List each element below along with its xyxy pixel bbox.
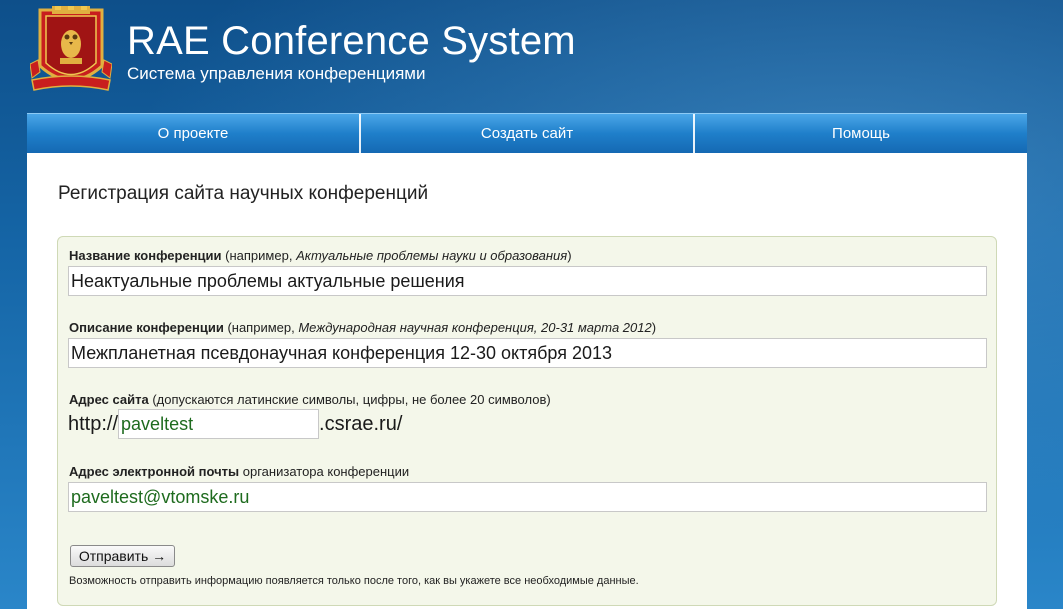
nav-item-about[interactable]: О проекте [27,114,359,153]
label-bold: Адрес сайта [69,392,149,407]
submit-button[interactable]: Отправить → [70,545,175,567]
conference-name-label: Название конференции (например, Актуальн… [69,248,572,263]
label-hint: (допускаются латинские символы, цифры, н… [148,392,551,407]
label-bold: Адрес электронной почты [69,464,240,479]
site-address-row: http:// .csrae.ru/ [68,409,402,439]
conference-description-label: Описание конференции (например, Междунар… [69,320,656,335]
label-hint: (например, [221,248,297,263]
nav-item-create-site[interactable]: Создать сайт [361,114,693,153]
nav-item-help[interactable]: Помощь [695,114,1027,153]
conference-name-input[interactable] [68,266,987,296]
submit-note: Возможность отправить информацию появляе… [69,575,639,587]
site-address-input[interactable] [118,409,320,439]
nav-divider [359,114,361,153]
coat-of-arms-icon[interactable] [29,4,113,100]
label-bold: Описание конференции [69,320,224,335]
main-nav: О проекте Создать сайт Помощь [27,113,1027,153]
email-input[interactable] [68,482,987,512]
label-example: Актуальные проблемы науки и образования [296,248,568,263]
label-bold: Название конференции [69,248,222,263]
site-address-label: Адрес сайта (допускаются латинские симво… [69,392,551,407]
label-hint: организатора конференции [239,464,410,479]
site-title: RAE Conference System [127,19,576,63]
label-hint: (например, [223,320,299,335]
site-subtitle: Система управления конференциями [127,64,426,83]
conference-description-input[interactable] [68,338,987,368]
site-suffix: .csrae.ru/ [319,412,403,435]
email-label: Адрес электронной почты организатора кон… [69,464,409,479]
label-example: Международная научная конференция, 20-31… [298,320,652,335]
nav-divider [693,114,695,153]
site-prefix: http:// [68,412,119,435]
main-content: Регистрация сайта научных конференций На… [27,153,1027,609]
label-hint-end: ) [567,248,572,263]
registration-form: Название конференции (например, Актуальн… [57,236,997,606]
page-title: Регистрация сайта научных конференций [58,183,429,204]
label-hint-end: ) [651,320,657,335]
